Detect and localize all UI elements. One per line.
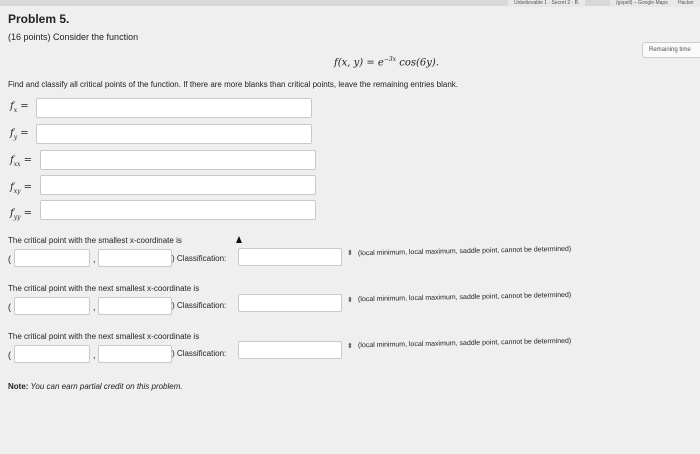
critical-point-3-classification-label: ) Classification:	[172, 349, 227, 358]
fyy-input[interactable]	[40, 200, 316, 220]
formula-rhs: cos(6y).	[396, 57, 439, 69]
critical-point-1-classification-input[interactable]	[238, 248, 342, 266]
critical-point-3-y-input[interactable]	[98, 345, 172, 363]
formula-exponent: −3x	[383, 56, 397, 63]
critical-point-2-open-paren: (	[8, 302, 11, 312]
problem-title: Problem 5.	[8, 12, 70, 26]
note-label: Note:	[8, 382, 29, 391]
critical-point-2-classification-label: ) Classification:	[172, 301, 227, 310]
fx-label: fx =	[10, 101, 29, 114]
critical-point-2-classification-input[interactable]	[238, 294, 342, 312]
browser-tab-2[interactable]: (gspell) – Google Maps	[610, 0, 674, 7]
critical-point-2-comma: ,	[93, 302, 96, 312]
critical-point-1-heading: The critical point with the smallest x-c…	[8, 236, 182, 245]
fx-input[interactable]	[36, 98, 312, 118]
browser-tab-1[interactable]: Unbelievable 1 · Secret 2 · B.	[508, 0, 586, 7]
critical-point-2-y-input[interactable]	[98, 297, 172, 315]
critical-point-2-x-input[interactable]	[14, 297, 90, 315]
browser-tab-3[interactable]: Hacker	[672, 0, 700, 7]
critical-point-3-options-hint: (local minimum, local maximum, saddle po…	[357, 337, 572, 350]
fxy-input[interactable]	[40, 175, 316, 195]
critical-point-3-x-input[interactable]	[14, 345, 90, 363]
critical-point-3-heading: The critical point with the next smalles…	[8, 332, 200, 341]
critical-point-2-options-hint: (local minimum, local maximum, saddle po…	[357, 291, 572, 304]
fxy-label: fxy =	[10, 182, 33, 195]
critical-point-1-open-paren: (	[8, 254, 11, 264]
critical-point-1-classification-label: ) Classification:	[172, 254, 227, 263]
partial-credit-note: Note: You can earn partial credit on thi…	[8, 382, 183, 391]
critical-point-3-classification-input[interactable]	[238, 341, 342, 359]
fy-input[interactable]	[36, 124, 312, 144]
formula-lhs: f(x, y) = e	[334, 57, 384, 69]
fxx-label: fxx =	[10, 155, 33, 168]
fyy-label: fyy =	[10, 208, 33, 221]
fxx-input[interactable]	[40, 150, 316, 170]
problem-subtitle: (16 points) Consider the function	[8, 32, 139, 42]
note-text: You can earn partial credit on this prob…	[28, 382, 183, 391]
fy-label: fy =	[10, 128, 29, 141]
instructions: Find and classify all critical points of…	[8, 80, 459, 89]
critical-point-1-select-arrow-icon[interactable]: ⬍	[347, 249, 353, 257]
browser-tab-strip	[0, 0, 700, 6]
critical-point-3-open-paren: (	[8, 350, 11, 360]
critical-point-3-select-arrow-icon[interactable]: ⬍	[347, 342, 353, 350]
remaining-time-badge: Remaining time	[642, 42, 700, 58]
critical-point-1-x-input[interactable]	[14, 249, 90, 267]
critical-point-1-options-hint: (local minimum, local maximum, saddle po…	[357, 245, 572, 258]
critical-point-2-select-arrow-icon[interactable]: ⬍	[347, 296, 353, 304]
critical-point-1-y-input[interactable]	[98, 249, 172, 267]
critical-point-1-comma: ,	[93, 254, 96, 264]
mouse-cursor-icon	[236, 236, 242, 243]
critical-point-3-comma: ,	[93, 350, 96, 360]
function-formula: f(x, y) = e−3x cos(6y).	[334, 56, 439, 68]
critical-point-2-heading: The critical point with the next smalles…	[8, 284, 200, 293]
